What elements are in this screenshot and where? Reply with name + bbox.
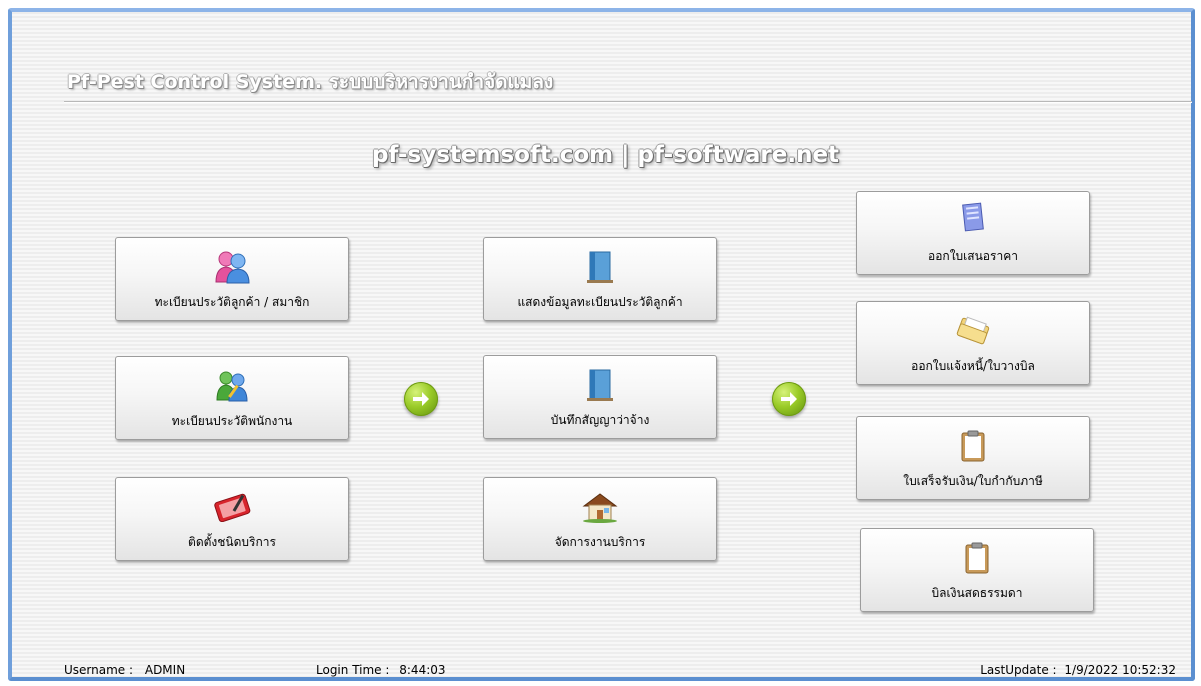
issue-invoice-button[interactable]: ออกใบแจ้งหนี้/ใบวางบิล [856, 301, 1090, 385]
cash-bill-label: บิลเงินสดธรรมดา [931, 586, 1023, 600]
record-contract-label: บันทึกสัญญาว่าจ้าง [550, 413, 650, 427]
employees-icon [212, 367, 252, 405]
view-customer-data-button[interactable]: แสดงข้อมูลทะเบียนประวัติลูกค้า [483, 237, 717, 321]
book-icon [580, 248, 620, 286]
customer-registry-button[interactable]: ทะเบียนประวัติลูกค้า / สมาชิก [115, 237, 349, 321]
employee-registry-label: ทะเบียนประวัติพนักงาน [171, 414, 293, 428]
receipt-tax-invoice-label: ใบเสร็จรับเงิน/ใบกำกับภาษี [903, 474, 1043, 488]
username-value: ADMIN [144, 663, 186, 677]
login-time-label: Login Time : [316, 663, 390, 677]
tablet-icon [212, 488, 252, 526]
last-update-status: LastUpdate : 1/9/2022 10:52:32 [980, 663, 1176, 677]
house-icon [580, 488, 620, 526]
service-type-setup-button[interactable]: ติดตั้งชนิดบริการ [115, 477, 349, 561]
customers-icon [212, 248, 252, 286]
view-customer-data-label: แสดงข้อมูลทะเบียนประวัติลูกค้า [517, 295, 683, 309]
last-update-value: 1/9/2022 10:52:32 [1064, 663, 1176, 677]
login-time-value: 8:44:03 [399, 663, 446, 677]
title-divider [64, 101, 1192, 102]
arrow-right-icon [404, 382, 438, 416]
service-type-setup-label: ติดตั้งชนิดบริการ [188, 535, 276, 549]
issue-invoice-label: ออกใบแจ้งหนี้/ใบวางบิล [911, 359, 1035, 373]
folder-icon [953, 312, 993, 350]
manage-service-button[interactable]: จัดการงานบริการ [483, 477, 717, 561]
employee-registry-button[interactable]: ทะเบียนประวัติพนักงาน [115, 356, 349, 440]
last-update-label: LastUpdate : [980, 663, 1057, 677]
website-banner: pf-systemsoft.com | pf-software.net [371, 142, 840, 168]
receipt-tax-invoice-button[interactable]: ใบเสร็จรับเงิน/ใบกำกับภาษี [856, 416, 1090, 500]
main-window: Pf-Pest Control System. ระบบบริหารงานกำจ… [8, 8, 1195, 681]
issue-quotation-label: ออกใบเสนอราคา [928, 249, 1018, 263]
login-time-status: Login Time : 8:44:03 [316, 663, 446, 677]
record-contract-button[interactable]: บันทึกสัญญาว่าจ้าง [483, 355, 717, 439]
app-title: Pf-Pest Control System. ระบบบริหารงานกำจ… [67, 71, 554, 93]
username-status: Username : ADMIN [64, 663, 185, 677]
username-label: Username : [64, 663, 134, 677]
cash-bill-button[interactable]: บิลเงินสดธรรมดา [860, 528, 1094, 612]
issue-quotation-button[interactable]: ออกใบเสนอราคา [856, 191, 1090, 275]
notepad-icon [953, 198, 993, 236]
book-icon [580, 366, 620, 404]
clipboard-icon [953, 427, 993, 465]
clipboard-icon [957, 539, 997, 577]
customer-registry-label: ทะเบียนประวัติลูกค้า / สมาชิก [154, 295, 310, 309]
manage-service-label: จัดการงานบริการ [554, 535, 646, 549]
arrow-right-icon [772, 382, 806, 416]
